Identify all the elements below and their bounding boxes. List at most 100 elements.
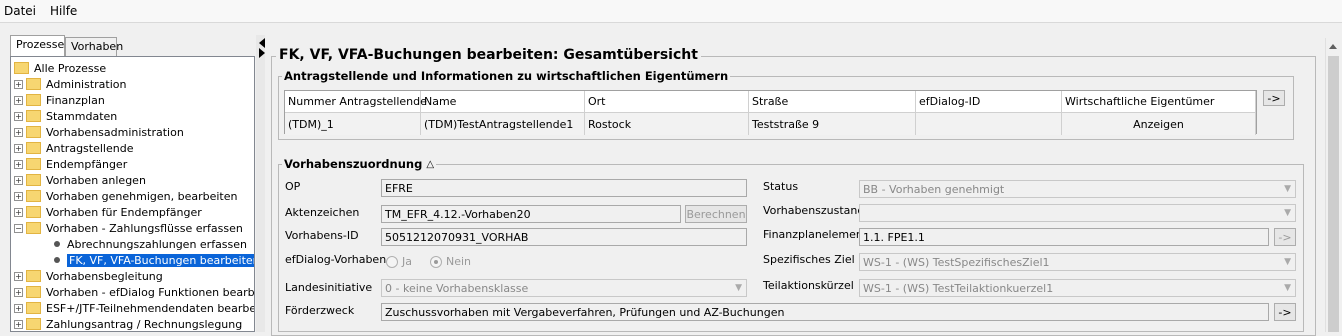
action-select[interactable]: WS-1 - (WS) TestTeilaktionkuerzel1 ▼ bbox=[859, 279, 1296, 297]
table-cell[interactable]: (TDM)_1 bbox=[285, 113, 421, 135]
calculate-button[interactable]: Berechnen bbox=[685, 205, 747, 223]
initiative-label: Landesinitiative bbox=[285, 281, 373, 294]
tree-item-label: Finanzplan bbox=[46, 93, 105, 107]
tree-item-endempfaenger[interactable]: + Endempfänger bbox=[14, 156, 127, 172]
chevron-down-icon[interactable]: ▼ bbox=[735, 283, 742, 293]
applicants-nav-button[interactable]: -> bbox=[1263, 90, 1285, 106]
column-header[interactable]: efDialog-ID bbox=[916, 91, 1062, 113]
folder-icon bbox=[26, 190, 41, 202]
tree-item-zahlungsfluesse[interactable]: − Vorhaben - Zahlungsflüsse erfassen bbox=[14, 220, 243, 236]
chevron-down-icon[interactable]: ▼ bbox=[1284, 184, 1291, 194]
status-select[interactable]: BB - Vorhaben genehmigt ▼ bbox=[859, 180, 1296, 198]
expand-icon[interactable]: + bbox=[14, 175, 23, 185]
applicants-table: Nummer Antragstellende Name Ort Straße e… bbox=[284, 90, 1257, 135]
scroll-up-icon[interactable] bbox=[1329, 44, 1337, 49]
expand-icon[interactable]: + bbox=[14, 191, 23, 201]
menu-help[interactable]: Hilfe bbox=[50, 4, 77, 18]
radio-yes[interactable]: Ja bbox=[386, 255, 412, 268]
folder-icon bbox=[26, 206, 41, 218]
tree-item-vorhaben-anlegen[interactable]: + Vorhaben anlegen bbox=[14, 172, 146, 188]
tree-item-label: Zahlungsantrag / Rechnungslegung bbox=[46, 317, 243, 331]
expand-icon[interactable]: + bbox=[14, 287, 23, 297]
tree-item-finanzplan[interactable]: + Finanzplan bbox=[14, 92, 105, 108]
goal-value: WS-1 - (WS) TestSpezifischesZiel1 bbox=[863, 255, 1050, 269]
expand-icon[interactable]: + bbox=[14, 303, 23, 313]
file-field[interactable]: TM_EFR_4.12.-Vorhaben20 bbox=[381, 205, 681, 223]
tree-item-vorhaben-genehmigen[interactable]: + Vorhaben genehmigen, bearbeiten bbox=[14, 188, 237, 204]
column-header[interactable]: Straße bbox=[749, 91, 916, 113]
tree-item-buchungen[interactable]: FK, VF, VFA-Buchungen bearbeiten bbox=[54, 252, 254, 268]
expand-icon[interactable]: + bbox=[14, 127, 23, 137]
expand-icon[interactable]: + bbox=[14, 271, 23, 281]
tree-item-label: ESF+/JTF-Teilnehmendendaten bearbeiten bbox=[46, 301, 255, 315]
op-field[interactable]: EFRE bbox=[381, 179, 747, 197]
tree-item-administration[interactable]: + Administration bbox=[14, 76, 127, 92]
chevron-down-icon[interactable]: ▼ bbox=[1284, 257, 1291, 267]
purpose-label: Förderzweck bbox=[285, 304, 355, 317]
show-owners-button[interactable]: Anzeigen bbox=[1062, 113, 1256, 135]
folder-icon bbox=[26, 286, 41, 298]
column-header[interactable]: Ort bbox=[585, 91, 749, 113]
action-label: Teilaktionskürzel bbox=[763, 279, 854, 292]
chevron-down-icon[interactable]: ▼ bbox=[1284, 208, 1291, 218]
expand-icon[interactable]: + bbox=[14, 95, 23, 105]
column-header[interactable]: Name bbox=[421, 91, 585, 113]
panel-splitter[interactable] bbox=[256, 35, 265, 332]
tree-item-vorhabensbegleitung[interactable]: + Vorhabensbegleitung bbox=[14, 268, 163, 284]
collapse-icon[interactable]: − bbox=[14, 223, 23, 233]
purpose-arrow-button[interactable]: -> bbox=[1274, 303, 1296, 321]
expand-icon[interactable]: + bbox=[14, 207, 23, 217]
applicants-group-title: Antragstellende und Informationen zu wir… bbox=[282, 69, 731, 83]
scrollbar-thumb[interactable] bbox=[1328, 56, 1339, 332]
finplan-field[interactable]: 1.1. FPE1.1 bbox=[859, 228, 1269, 246]
tree-item-efdialog[interactable]: + Vorhaben - efDialog Funktionen bearbeit… bbox=[14, 284, 254, 300]
tree-item-vorhaben-endempfaenger[interactable]: + Vorhaben für Endempfänger bbox=[14, 204, 202, 220]
collapse-left-icon[interactable] bbox=[259, 38, 265, 48]
expand-icon[interactable]: + bbox=[14, 79, 23, 89]
tree-item-teilnehmendendaten[interactable]: + ESF+/JTF-Teilnehmendendaten bearbeiten bbox=[14, 300, 255, 316]
project-id-field[interactable]: 5051212070931_VORHAB bbox=[381, 228, 747, 246]
expand-icon[interactable]: + bbox=[14, 111, 23, 121]
folder-icon bbox=[26, 318, 41, 330]
goal-label: Spezifisches Ziel bbox=[763, 253, 855, 266]
folder-icon bbox=[26, 222, 41, 234]
table-cell[interactable] bbox=[916, 113, 1062, 135]
tab-projects[interactable]: Vorhaben bbox=[65, 37, 123, 56]
tree-root[interactable]: Alle Prozesse bbox=[14, 60, 106, 76]
expand-icon[interactable]: + bbox=[14, 143, 23, 153]
op-label: OP bbox=[285, 180, 301, 193]
expand-icon[interactable]: + bbox=[14, 319, 23, 329]
tree-item-label: Endempfänger bbox=[46, 157, 128, 171]
goal-select[interactable]: WS-1 - (WS) TestSpezifischesZiel1 ▼ bbox=[859, 253, 1296, 271]
expand-right-icon[interactable] bbox=[259, 48, 265, 58]
radio-no-indicator[interactable] bbox=[430, 255, 442, 268]
page-title: FK, VF, VFA-Buchungen bearbeiten: Gesamt… bbox=[276, 47, 701, 63]
column-header[interactable]: Wirtschaftliche Eigentümer bbox=[1062, 91, 1256, 113]
triangle-up-icon[interactable]: △ bbox=[426, 159, 434, 170]
table-cell[interactable]: Rostock bbox=[585, 113, 749, 135]
tree-item-vorhabensadministration[interactable]: + Vorhabensadministration bbox=[14, 124, 184, 140]
table-cell[interactable]: (TDM)TestAntragstellende1 bbox=[421, 113, 585, 135]
table-cell[interactable]: Teststraße 9 bbox=[749, 113, 916, 135]
column-header[interactable]: Nummer Antragstellende bbox=[285, 91, 427, 113]
tree-item-zahlungsantrag[interactable]: + Zahlungsantrag / Rechnungslegung bbox=[14, 316, 243, 331]
initiative-select[interactable]: 0 - keine Vorhabensklasse ▼ bbox=[381, 279, 747, 297]
menu-divider bbox=[0, 22, 1342, 23]
tree-item-abrechnungszahlungen[interactable]: Abrechnungszahlungen erfassen bbox=[54, 236, 247, 252]
chevron-down-icon[interactable]: ▼ bbox=[1284, 283, 1291, 293]
menu-file[interactable]: Datei bbox=[4, 4, 36, 18]
tree-item-label: Vorhaben anlegen bbox=[46, 173, 146, 187]
assignment-group-title: Vorhabenszuordnung △ bbox=[282, 157, 437, 171]
bullet-icon bbox=[54, 241, 60, 247]
finplan-label: Finanzplanelement bbox=[763, 228, 868, 241]
tree-item-stammdaten[interactable]: + Stammdaten bbox=[14, 108, 117, 124]
expand-icon[interactable]: + bbox=[14, 159, 23, 169]
state-select[interactable]: ▼ bbox=[859, 204, 1296, 222]
purpose-field[interactable]: Zuschussvorhaben mit Vergabeverfahren, P… bbox=[381, 303, 1269, 321]
tab-processes[interactable]: Prozesse bbox=[10, 35, 65, 56]
radio-no[interactable]: Nein bbox=[430, 255, 471, 268]
tree-item-label: Vorhabensadministration bbox=[46, 125, 184, 139]
tree-item-antragstellende[interactable]: + Antragstellende bbox=[14, 140, 133, 156]
radio-yes-indicator[interactable] bbox=[386, 255, 398, 268]
finplan-arrow-button[interactable]: -> bbox=[1274, 228, 1296, 246]
